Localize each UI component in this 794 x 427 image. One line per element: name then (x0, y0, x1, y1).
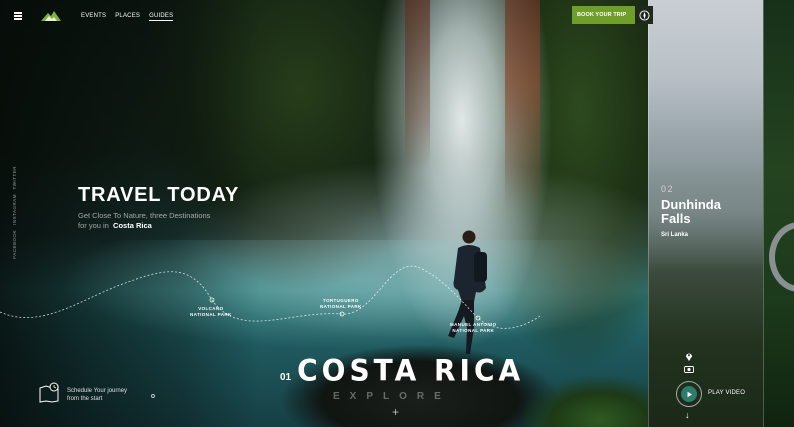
hero-subtitle: Get Close To Nature, three Destinations … (78, 211, 211, 230)
panel-divider (648, 0, 649, 427)
location-pin-icon[interactable] (685, 352, 693, 361)
route-stop-manuel-antonio[interactable]: MANUEL ANTONIO NATIONAL PARK (450, 322, 497, 334)
hero-subtitle-highlight: Costa Rica (113, 221, 152, 230)
explore-link[interactable]: EXPLORE (333, 391, 451, 402)
social-link-facebook[interactable]: FACEBOOK (12, 230, 22, 259)
destination-number: 01 (280, 372, 292, 383)
route-stop-tortuguero[interactable]: TORTUGUERO NATIONAL PARK (320, 298, 362, 310)
third-destination-panel[interactable] (763, 0, 794, 427)
next-destination-title[interactable]: Dunhinda Falls (661, 198, 751, 226)
logo[interactable] (40, 10, 62, 22)
scroll-down-arrow-icon[interactable]: ↓ (685, 410, 690, 420)
panel-divider (763, 0, 764, 427)
route-stop-volcano[interactable]: VOLCANO NATIONAL PARK (190, 306, 232, 318)
nav-item-events[interactable]: EVENTS (81, 13, 106, 21)
play-video-button[interactable] (676, 381, 702, 407)
main-nav: EVENTS PLACES GUIDES (81, 13, 174, 21)
hiker-silhouette (448, 230, 487, 354)
next-destination-number: 02 (661, 184, 675, 194)
destination-name: COSTA RICA (297, 353, 525, 388)
schedule-dot (151, 394, 155, 398)
social-link-twitter[interactable]: TWITTER (12, 166, 22, 190)
hamburger-menu-icon[interactable] (14, 12, 22, 20)
social-link-instagram[interactable]: INSTAGRAM (12, 194, 22, 225)
map-pin-schedule-icon[interactable] (39, 381, 63, 403)
compass-icon (635, 6, 653, 24)
expand-plus-icon[interactable]: + (392, 405, 399, 419)
book-your-trip-button[interactable]: BOOK YOUR TRIP (572, 6, 653, 24)
book-button-label: BOOK YOUR TRIP (577, 12, 627, 18)
next-destination-country: Sri Lanka (661, 232, 689, 238)
camera-icon[interactable] (684, 365, 694, 373)
destination-heading: 01 COSTA RICA (280, 353, 525, 388)
play-icon (681, 386, 697, 402)
schedule-journey-link[interactable]: Schedule Your journey from the start (67, 387, 127, 403)
nav-item-places[interactable]: PLACES (115, 13, 140, 21)
play-video-label[interactable]: PLAY VIDEO (708, 390, 745, 396)
hero-title: TRAVEL TODAY (78, 184, 240, 206)
nav-item-guides[interactable]: GUIDES (149, 13, 174, 21)
